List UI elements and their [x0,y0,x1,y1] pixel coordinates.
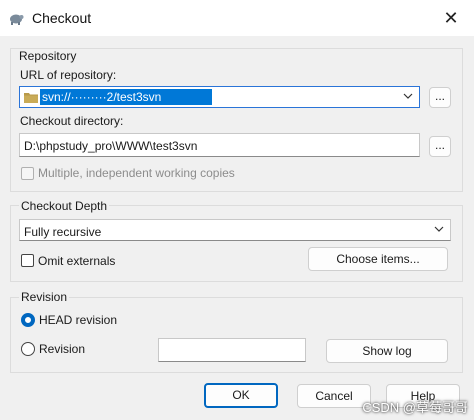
close-icon: ✕ [443,7,459,28]
url-value[interactable]: svn://·········2/test3svn [40,89,212,105]
omit-externals-checkbox[interactable] [21,254,34,267]
checkout-directory-value: D:\phpstudy_pro\WWW\test3svn [24,139,198,153]
cancel-label: Cancel [315,389,353,403]
watermark-text: CSDN @草莓哥哥 [362,400,468,415]
depth-selected-value: Fully recursive [24,225,102,239]
head-revision-label: HEAD revision [39,313,118,327]
specific-revision-radio[interactable] [21,342,35,356]
browse-url-button[interactable]: ... [429,87,451,108]
ok-button[interactable]: OK [204,383,278,408]
show-log-label: Show log [362,344,412,358]
choose-items-button[interactable]: Choose items... [308,247,448,271]
specific-revision-label: Revision [39,342,86,356]
repository-group-label: Repository [19,49,77,63]
revision-group-label: Revision [19,290,70,304]
multiple-working-copies-checkbox[interactable] [21,167,34,180]
checkout-depth-group-label: Checkout Depth [19,199,110,213]
cancel-button[interactable]: Cancel [297,384,371,408]
title-bar: Checkout ✕ [0,0,474,36]
tortoise-app-icon [10,14,24,25]
close-button[interactable]: ✕ [438,6,464,30]
revision-input[interactable] [158,338,306,362]
folder-icon [24,93,38,103]
browse-url-label: ... [434,89,445,103]
show-log-button[interactable]: Show log [326,339,448,363]
choose-items-label: Choose items... [336,252,420,266]
head-revision-radio[interactable] [21,313,35,327]
checkout-directory-input[interactable]: D:\phpstudy_pro\WWW\test3svn [19,133,420,157]
url-combobox[interactable]: svn://·········2/test3svn [19,86,420,108]
chevron-down-icon[interactable] [403,91,413,101]
browse-directory-button[interactable]: ... [429,136,451,157]
browse-directory-label: ... [434,138,445,152]
depth-combobox[interactable]: Fully recursive [19,219,451,241]
multiple-working-copies-label: Multiple, independent working copies [38,166,235,180]
omit-externals-label: Omit externals [38,254,116,268]
url-label: URL of repository: [20,68,117,82]
window-title: Checkout [32,10,92,26]
chevron-down-icon[interactable] [434,224,444,234]
ok-label: OK [232,388,250,402]
checkout-directory-label: Checkout directory: [20,114,124,128]
